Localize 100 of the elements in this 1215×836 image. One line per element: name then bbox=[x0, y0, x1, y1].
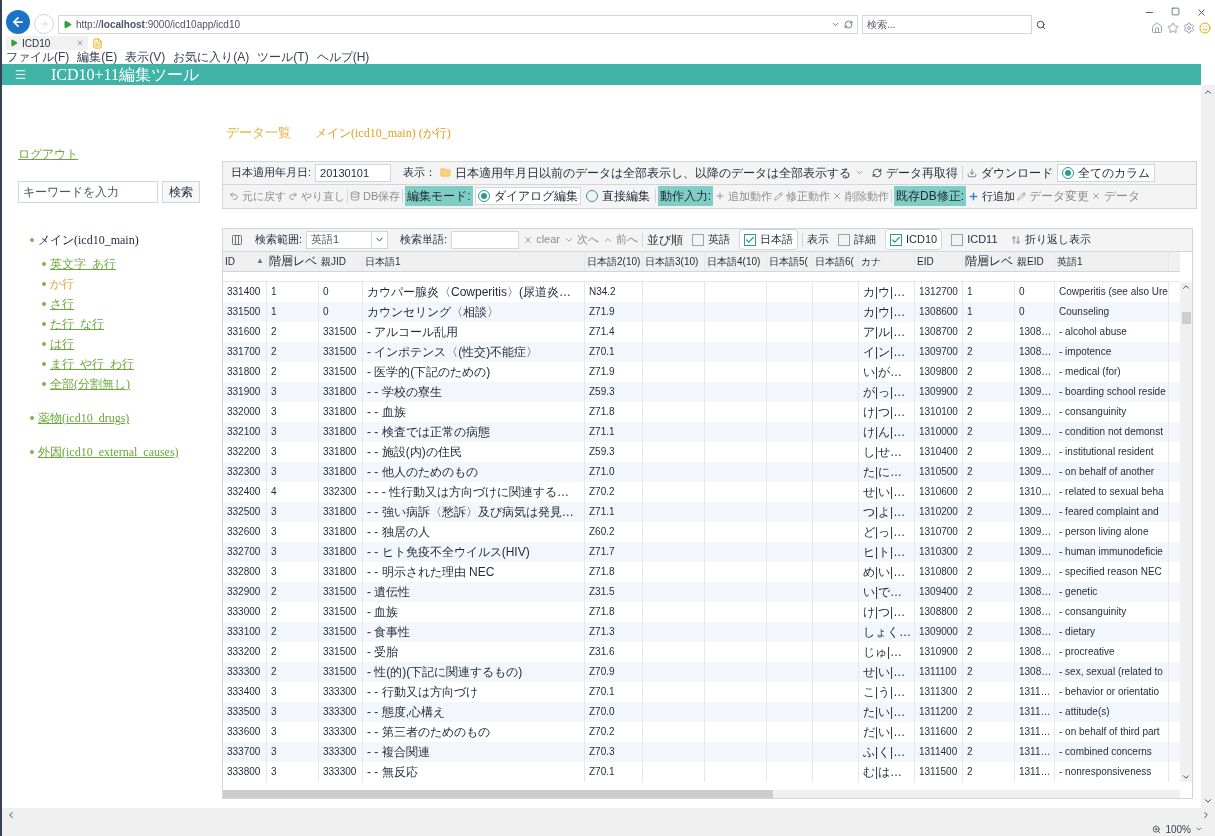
page-horizontal-scrollbar[interactable] bbox=[2, 808, 1215, 822]
tree-link[interactable]: メイン(icd10_main) bbox=[38, 231, 139, 249]
download-icon bbox=[967, 167, 978, 178]
table-cell-text: - human immunodeficie bbox=[1059, 545, 1163, 559]
table-cell-text: 2 bbox=[271, 345, 277, 359]
table-cell-text: 331800 bbox=[323, 445, 357, 459]
add-row-button[interactable]: 行追加 bbox=[968, 187, 1015, 205]
column-header[interactable]: 日本語5( bbox=[767, 251, 813, 271]
caret-icon bbox=[1195, 825, 1203, 833]
column-header[interactable]: ID ▲ bbox=[223, 251, 267, 271]
table-cell-text: - on behalf of another bbox=[1059, 465, 1155, 479]
checkbox-option[interactable]: ICD11 bbox=[946, 229, 1003, 250]
checkbox-option[interactable]: ICD10 bbox=[884, 229, 943, 250]
menu-item[interactable]: 表示(V) bbox=[125, 48, 166, 66]
search-word-field[interactable] bbox=[451, 230, 520, 249]
display-filter-dropdown[interactable]: 日本適用年月日以前のデータは全部表示し、以降のデータは全部表示する bbox=[440, 163, 865, 182]
date-field[interactable]: 20130101 bbox=[315, 163, 392, 182]
table-cell-text: 1309… bbox=[1019, 525, 1052, 539]
table-cell-text: - procreative bbox=[1059, 645, 1115, 659]
menu-item[interactable]: ファイル(F) bbox=[6, 48, 70, 66]
column-header[interactable]: カナ bbox=[859, 251, 915, 271]
edit-mode-radio[interactable]: 直接編集 bbox=[582, 187, 653, 205]
table-cell-text: 3 bbox=[271, 705, 277, 719]
table-cell-text: 0 bbox=[1019, 305, 1025, 319]
column-header[interactable]: 親EID bbox=[1015, 251, 1055, 271]
page-scrollbar[interactable] bbox=[1201, 85, 1215, 808]
column-header[interactable]: 日本語1 bbox=[363, 251, 585, 271]
table-cell-text: Z71.3 bbox=[589, 625, 615, 639]
table-cell-text: 2 bbox=[967, 585, 973, 599]
horizontal-scrollbar[interactable] bbox=[223, 789, 1180, 798]
table-cell-text: - 食事性 bbox=[367, 623, 411, 641]
column-header[interactable]: 親JID bbox=[319, 251, 363, 271]
column-header[interactable]: 階層レベ bbox=[963, 251, 1015, 271]
table-cell-text: Z70.0 bbox=[589, 705, 615, 719]
checkbox-option[interactable]: 日本語 bbox=[738, 229, 798, 250]
table-cell-text: - feared complaint and bbox=[1059, 505, 1159, 519]
table-cell-text: 1311500 bbox=[919, 765, 958, 779]
column-header[interactable]: 日本語2(10) bbox=[585, 251, 643, 271]
table-cell-text: - 医学的(下記のための) bbox=[367, 363, 491, 381]
table-cell-text: 3 bbox=[271, 465, 277, 479]
table-cell-text: し|せ… bbox=[863, 443, 903, 461]
menu-item[interactable]: 編集(E) bbox=[77, 48, 118, 66]
column-header[interactable]: EID bbox=[915, 251, 963, 271]
table-cell-text: - specified reason NEC bbox=[1059, 565, 1162, 579]
table-cell-text: Z31.5 bbox=[589, 585, 615, 599]
table-cell-text: 1309… bbox=[1019, 545, 1052, 559]
vertical-scrollbar[interactable] bbox=[1180, 281, 1192, 782]
menu-item[interactable]: ツール(T) bbox=[257, 48, 309, 66]
table-cell-text: 2 bbox=[967, 765, 973, 779]
table-cell-text: 331800 bbox=[323, 385, 357, 399]
table-cell-text: - institutional resident bbox=[1059, 445, 1154, 459]
table-cell-text: Z70.1 bbox=[589, 345, 615, 359]
edit-mode-radio[interactable]: ダイアログ編集 bbox=[474, 187, 581, 205]
table-cell-text: カウンセリング〈相談〉 bbox=[367, 303, 499, 321]
wrap-toggle[interactable]: 折り返し表示 bbox=[1010, 231, 1091, 248]
table-cell-text: せ|い|… bbox=[863, 663, 906, 681]
display-label: 表示： bbox=[403, 165, 437, 181]
all-columns-toggle[interactable]: 全てのカラム bbox=[1057, 163, 1156, 182]
table-cell-text: 331500 bbox=[323, 365, 357, 379]
table-cell-text: 2 bbox=[967, 685, 973, 699]
zoom-level[interactable]: 100% bbox=[1165, 821, 1191, 836]
mode-label: 編集モード: bbox=[405, 186, 473, 206]
table-cell-text: 1308… bbox=[1019, 665, 1052, 679]
search-field[interactable]: 検索... bbox=[862, 15, 1032, 34]
table-cell-text: Counseling bbox=[1059, 305, 1110, 319]
refresh-button[interactable]: データ再取得 bbox=[872, 163, 959, 182]
table-cell-text: け|つ|… bbox=[863, 603, 906, 621]
column-header[interactable]: 日本語3(10) bbox=[643, 251, 705, 271]
scrollbar-thumb[interactable] bbox=[223, 789, 773, 798]
home-icon bbox=[1151, 22, 1163, 34]
checkbox-option[interactable]: 英語 bbox=[686, 229, 735, 250]
scrollbar-thumb[interactable] bbox=[1181, 311, 1191, 324]
column-header[interactable]: 階層レベ bbox=[267, 251, 319, 271]
table-cell-text: 333300 bbox=[323, 705, 357, 719]
table-cell-text: 1312700 bbox=[919, 285, 958, 299]
column-header[interactable]: 日本語4(10) bbox=[705, 251, 767, 271]
address-bar[interactable]: http://localhost:9000/icd10app/icd10 bbox=[58, 15, 858, 34]
table-cell-text: 3 bbox=[271, 685, 277, 699]
table-cell-text: - - 明示された理由 NEC bbox=[367, 563, 495, 581]
column-header[interactable]: 英語1 bbox=[1055, 251, 1169, 271]
table-cell-text: Z70.2 bbox=[589, 725, 615, 739]
menu-item[interactable]: ヘルプ(H) bbox=[316, 48, 370, 66]
search-scope-select[interactable]: 英語1 bbox=[306, 230, 389, 249]
table-cell-text: 1 bbox=[967, 305, 973, 319]
column-header[interactable]: 日本語6( bbox=[813, 251, 859, 271]
checkbox-option[interactable]: 詳細 bbox=[832, 229, 881, 250]
table-cell-text: 332200 bbox=[227, 445, 261, 459]
menu-item[interactable]: お気に入り(A) bbox=[173, 48, 250, 66]
browser-tab[interactable]: ICD10 bbox=[6, 36, 88, 50]
download-button[interactable]: ダウンロード bbox=[967, 163, 1054, 182]
keyword-field[interactable]: キーワードを入力 bbox=[18, 181, 158, 203]
search-button[interactable]: 検索 bbox=[162, 181, 200, 203]
plus-icon bbox=[714, 191, 725, 201]
zoom-icon bbox=[1152, 824, 1162, 834]
table-cell-text: Z70.1 bbox=[589, 685, 615, 699]
table-cell-text: Z59.3 bbox=[589, 385, 615, 399]
table-cell-text: 1309… bbox=[1019, 385, 1052, 399]
back-button[interactable] bbox=[6, 10, 30, 34]
table-cell-text: 332600 bbox=[227, 525, 261, 539]
table-cell-text: ア|ル|… bbox=[863, 323, 906, 341]
